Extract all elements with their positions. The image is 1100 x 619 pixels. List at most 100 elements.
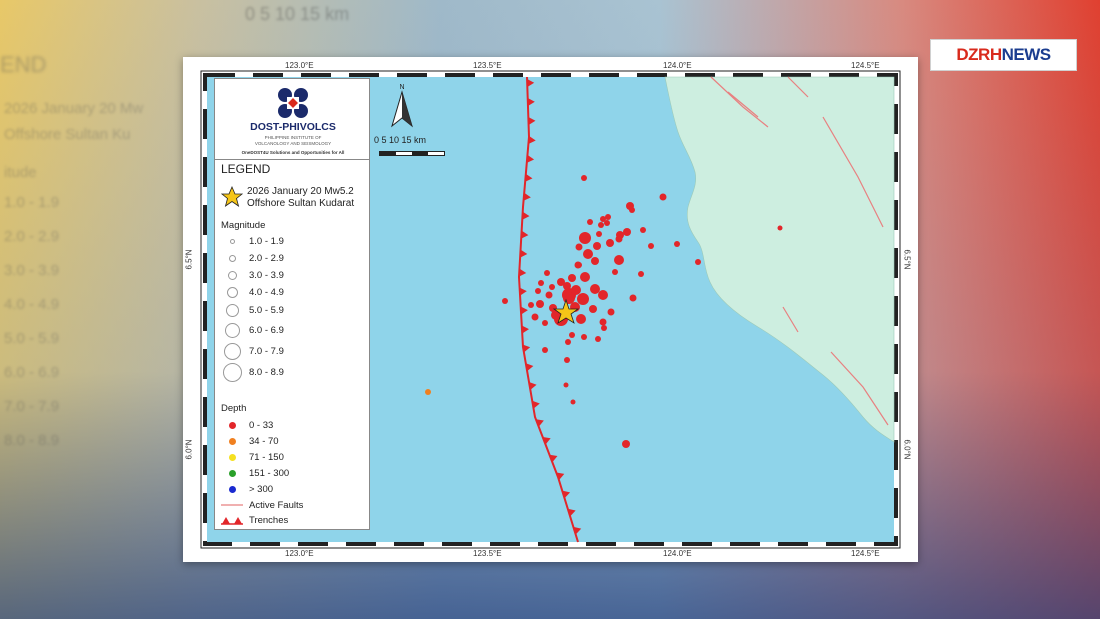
earthquake-point <box>622 440 630 448</box>
legend-trenches: Trenches <box>221 513 288 527</box>
earthquake-point <box>570 399 576 405</box>
magnitude-circle-icon <box>228 254 236 262</box>
earthquake-point <box>502 298 508 304</box>
magnitude-circle-icon <box>227 270 237 280</box>
depth-dot-icon <box>228 485 236 493</box>
legend-active-faults-label: Active Faults <box>249 499 304 511</box>
background-ghost-event-1: 2026 January 20 Mw <box>4 100 144 117</box>
logo-dzrh-text: DZRH <box>956 45 1002 64</box>
left-axis-label-2: 6.0°N <box>184 439 194 460</box>
right-axis-label-2: 6.0°N <box>902 439 912 460</box>
earthquake-point <box>549 284 555 290</box>
earthquake-point <box>674 241 680 247</box>
legend-divider <box>215 159 369 160</box>
magnitude-row: 6.0 - 6.9 <box>221 322 284 338</box>
trench-line-icon <box>221 517 243 525</box>
magnitude-circle-icon <box>224 322 240 338</box>
bottom-axis-label-4: 124.5°E <box>851 549 880 558</box>
depth-row: 0 - 33 <box>221 418 273 432</box>
background-ghost-row: 7.0 - 7.9 <box>4 398 60 415</box>
earthquake-point <box>598 222 604 228</box>
earthquake-point <box>528 302 534 308</box>
legend-active-faults: Active Faults <box>221 498 303 512</box>
depth-label: 0 - 33 <box>249 419 274 431</box>
top-axis-label-1: 123.0°E <box>285 61 314 70</box>
legend-event-line2: Offshore Sultan Kudarat <box>247 198 355 209</box>
earthquake-point <box>598 290 608 300</box>
earthquake-point <box>607 308 615 316</box>
earthquake-point <box>580 272 590 282</box>
earthquake-point <box>564 357 570 363</box>
background-ghost-row: 3.0 - 3.9 <box>4 262 60 279</box>
depth-label: 34 - 70 <box>249 435 279 447</box>
magnitude-label: 6.0 - 6.9 <box>249 324 284 336</box>
earthquake-point <box>535 288 541 294</box>
depth-row: > 300 <box>221 482 273 496</box>
earthquake-point <box>569 332 575 338</box>
legend-trenches-label: Trenches <box>249 514 289 526</box>
earthquake-point <box>583 249 593 259</box>
top-axis-label-3: 124.0°E <box>663 61 692 70</box>
scale-bar-label: 0 5 10 15 km <box>374 135 427 145</box>
earthquake-point <box>545 291 553 299</box>
event-star-icon <box>221 186 243 207</box>
earthquake-point <box>648 243 654 249</box>
magnitude-circle-icon <box>223 342 241 360</box>
earthquake-point <box>606 239 614 247</box>
north-arrow-icon: N <box>391 84 413 128</box>
legend-event-line1: 2026 January 20 Mw5.2 <box>247 186 354 197</box>
earthquake-point <box>614 255 624 265</box>
legend-event: 2026 January 20 Mw5.2 Offshore Sultan Ku… <box>247 186 354 210</box>
background-ghost-row: 8.0 - 8.9 <box>4 432 60 449</box>
fault-line-icon <box>221 504 243 506</box>
earthquake-point <box>601 325 607 331</box>
magnitude-title: Magnitude <box>221 220 266 231</box>
phivolcs-logo-icon <box>278 88 308 118</box>
magnitude-row: 3.0 - 3.9 <box>221 268 284 282</box>
earthquake-point <box>531 313 539 321</box>
earthquake-point <box>542 320 548 326</box>
earthquake-point <box>640 227 646 233</box>
left-axis-label-1: 6.5°N <box>184 249 194 270</box>
background-ghost-scale: 0 5 10 15 km <box>245 4 350 24</box>
magnitude-row: 4.0 - 4.9 <box>221 285 284 299</box>
background-ghost-legend: END <box>0 52 47 77</box>
magnitude-label: 1.0 - 1.9 <box>249 235 284 247</box>
depth-row: 34 - 70 <box>221 434 279 448</box>
earthquake-point <box>604 220 610 226</box>
earthquake-point <box>599 318 607 326</box>
earthquake-point <box>581 334 587 340</box>
background-ghost-row: 5.0 - 5.9 <box>4 330 60 347</box>
earthquake-point <box>615 235 623 243</box>
earthquake-point <box>629 294 637 302</box>
earthquake-point <box>587 219 593 225</box>
org-subtitle-2: VOLCANOLOGY AND SEISMOLOGY <box>254 141 332 146</box>
bottom-axis-label-3: 124.0°E <box>663 549 692 558</box>
earthquake-point <box>576 314 586 324</box>
depth-label: 151 - 300 <box>249 467 290 479</box>
magnitude-row: 2.0 - 2.9 <box>221 251 284 265</box>
magnitude-label: 5.0 - 5.9 <box>249 304 284 316</box>
earthquake-point <box>565 339 571 345</box>
earthquake-map: 123.0°E 123.5°E 124.0°E 124.5°E 123.0°E … <box>183 57 918 562</box>
earthquake-point-intermediate <box>425 389 431 395</box>
background-ghost-magnitude: itude <box>4 164 37 181</box>
magnitude-row: 7.0 - 7.9 <box>221 342 284 360</box>
earthquake-point <box>612 269 618 275</box>
depth-dot-icon <box>228 437 236 445</box>
earthquake-point <box>595 336 601 342</box>
depth-label: 71 - 150 <box>249 451 284 463</box>
depth-row: 151 - 300 <box>221 466 289 480</box>
depth-dot-icon <box>228 453 236 461</box>
earthquake-point <box>576 262 582 268</box>
magnitude-row: 5.0 - 5.9 <box>221 303 284 317</box>
org-name: DOST-PHIVOLCS <box>250 121 336 133</box>
background-ghost-row: 1.0 - 1.9 <box>4 194 60 211</box>
earthquake-point <box>542 347 548 353</box>
earthquake-point <box>568 274 576 282</box>
depth-label: > 300 <box>249 483 274 495</box>
magnitude-circle-icon <box>222 362 242 382</box>
background-ghost-event-2: Offshore Sultan Ku <box>4 126 131 143</box>
earthquake-point <box>589 305 597 313</box>
earthquake-point <box>638 271 644 277</box>
